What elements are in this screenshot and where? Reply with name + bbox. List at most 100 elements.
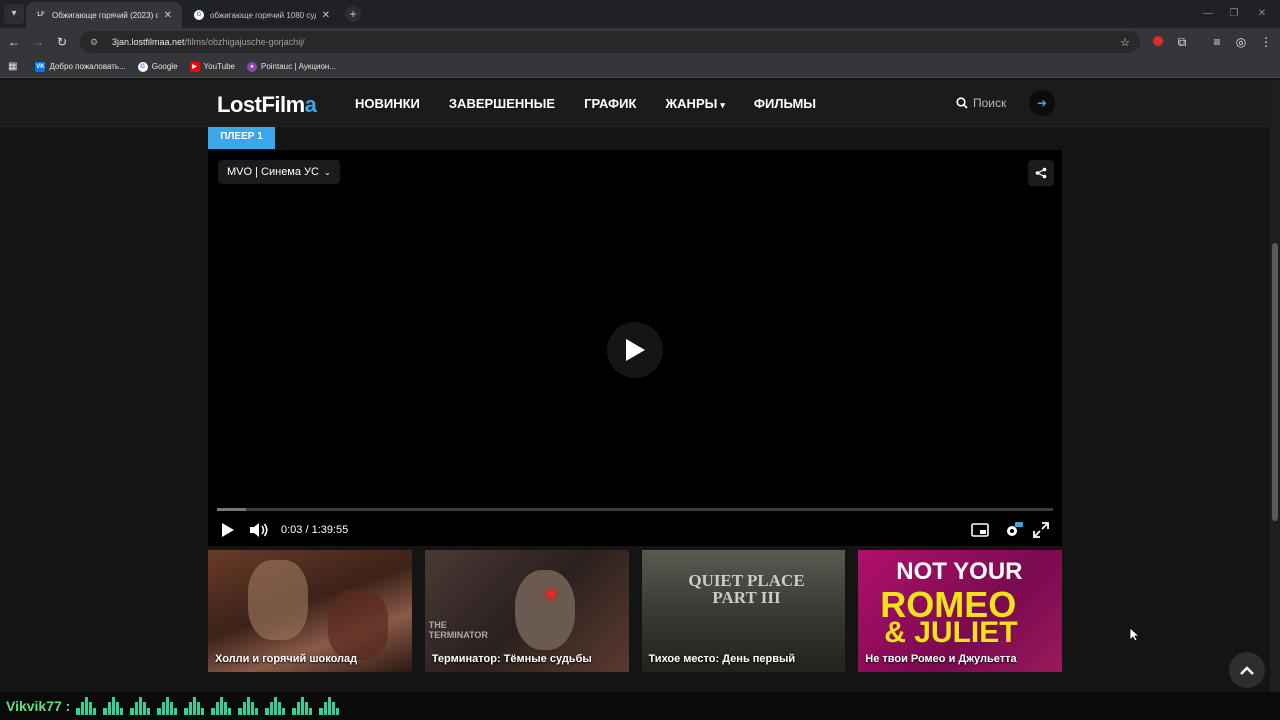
pip-button[interactable] bbox=[971, 520, 989, 540]
play-icon bbox=[626, 339, 645, 361]
progress-bar[interactable] bbox=[217, 508, 1053, 511]
picture-in-picture-icon bbox=[971, 523, 989, 537]
progress-fill bbox=[217, 508, 247, 511]
bookmark-label: Google bbox=[151, 62, 178, 71]
nav-films[interactable]: ФИЛЬМЫ bbox=[754, 96, 816, 111]
equalizer-icon bbox=[157, 697, 178, 715]
site-logo[interactable]: LostFilma bbox=[217, 92, 317, 118]
close-window-button[interactable]: ✕ bbox=[1244, 0, 1280, 28]
recommendation-title: Не твои Ромео и Джульетта bbox=[865, 653, 1017, 665]
search-button[interactable]: Поиск bbox=[956, 96, 1006, 110]
equalizer-icon bbox=[184, 697, 205, 715]
stream-overlay: Vikvik77 : bbox=[0, 692, 1280, 720]
poster-text: THE TERMINATOR bbox=[428, 620, 488, 640]
bookmark-label: Pointauc | Аукцион... bbox=[260, 62, 336, 71]
play-icon bbox=[222, 523, 234, 537]
reload-button[interactable]: ↻ bbox=[52, 32, 72, 52]
chevron-down-icon: ▾ bbox=[720, 100, 725, 110]
chevron-down-icon: ⌄ bbox=[323, 167, 331, 177]
bookmark-pointauc[interactable]: ● Pointauc | Аукцион... bbox=[246, 61, 336, 72]
mouse-cursor-icon bbox=[1130, 628, 1140, 642]
back-button[interactable]: ← bbox=[4, 32, 24, 52]
youtube-icon: ▶ bbox=[189, 61, 200, 72]
volume-icon bbox=[250, 523, 268, 537]
nav-genres-label: ЖАНРЫ bbox=[665, 96, 718, 111]
equalizer-icon bbox=[265, 697, 286, 715]
extensions-puzzle-icon[interactable]: ⧉ bbox=[1172, 32, 1192, 52]
nav-schedule[interactable]: ГРАФИК bbox=[584, 96, 636, 111]
poster-art bbox=[328, 590, 388, 660]
nav-completed[interactable]: ЗАВЕРШЕННЫЕ bbox=[449, 96, 555, 111]
login-button[interactable]: ➜ bbox=[1029, 90, 1055, 116]
close-tab-icon[interactable]: ✕ bbox=[164, 10, 172, 21]
nav-new[interactable]: НОВИНКИ bbox=[355, 96, 420, 111]
media-control-icon[interactable]: ≡ bbox=[1207, 32, 1227, 52]
site-info-icon[interactable]: ⚙ bbox=[90, 37, 102, 48]
equalizer-icon bbox=[211, 697, 232, 715]
audio-visualizer bbox=[76, 697, 340, 715]
bookmark-star-icon[interactable]: ☆ bbox=[1120, 36, 1130, 49]
bookmark-google[interactable]: G Google bbox=[137, 61, 178, 72]
poster-text: NOT YOUR bbox=[896, 558, 1023, 585]
bookmark-vk[interactable]: VK Добро пожаловать... bbox=[35, 61, 126, 72]
profile-icon[interactable]: ◎ bbox=[1231, 32, 1251, 52]
browser-tabstrip: ▾ LF Обжигающе горячий (2023) с ✕ G обжи… bbox=[0, 0, 1280, 28]
fullscreen-button[interactable] bbox=[1033, 520, 1049, 540]
forward-button[interactable]: → bbox=[28, 32, 48, 52]
url-domain: 3jan.lostfilmaa.net bbox=[112, 37, 185, 47]
logo-accent: a bbox=[304, 92, 317, 117]
browser-tab-inactive[interactable]: G обжигающе горячий 1080 суд ✕ bbox=[184, 2, 340, 28]
voice-select-value: MVO | Синема УС bbox=[227, 166, 319, 178]
poster-text: & JULIET bbox=[884, 616, 1018, 649]
recommendation-card[interactable]: NOT YOUR ROMEO & JULIET Не твои Ромео и … bbox=[858, 550, 1062, 672]
close-tab-icon[interactable]: ✕ bbox=[322, 10, 330, 21]
google-favicon-icon: G bbox=[194, 10, 204, 20]
share-icon bbox=[1035, 167, 1047, 179]
fullscreen-icon bbox=[1033, 522, 1049, 538]
scroll-to-top-button[interactable] bbox=[1229, 652, 1265, 688]
poster-text: QUIET PLACE PART III bbox=[688, 571, 805, 607]
bookmark-youtube[interactable]: ▶ YouTube bbox=[189, 61, 235, 72]
equalizer-icon bbox=[130, 697, 151, 715]
poster-art bbox=[248, 560, 308, 640]
video-player[interactable]: MVO | Синема УС ⌄ 0:03 / 1:39:55 bbox=[208, 150, 1062, 546]
recommendation-title: Холли и горячий шоколад bbox=[215, 653, 358, 665]
logo-text: LostFilm bbox=[217, 92, 305, 117]
streamer-name: Vikvik77 : bbox=[6, 698, 71, 714]
recommendation-card[interactable]: Холли и горячий шоколад bbox=[208, 550, 412, 672]
terminator-eye-icon bbox=[546, 590, 555, 598]
bookmark-label: YouTube bbox=[203, 62, 235, 71]
apps-grid-icon[interactable]: ▦ bbox=[8, 61, 17, 72]
equalizer-icon bbox=[103, 697, 124, 715]
new-tab-button[interactable]: + bbox=[345, 6, 361, 22]
scrollbar-thumb[interactable] bbox=[1272, 243, 1278, 521]
tab-search-button[interactable]: ▾ bbox=[4, 4, 24, 24]
recommendation-title: Терминатор: Тёмные судьбы bbox=[431, 653, 592, 665]
url-path: /films/obzhigajusche-gorjachij/ bbox=[184, 37, 305, 47]
extension-icon[interactable] bbox=[1148, 32, 1168, 52]
bookmarks-bar: ▦ VK Добро пожаловать... G Google ▶ YouT… bbox=[0, 56, 1280, 78]
equalizer-icon bbox=[76, 697, 97, 715]
player-tab[interactable]: ПЛЕЕР 1 bbox=[208, 127, 275, 149]
nav-genres[interactable]: ЖАНРЫ ▾ bbox=[665, 96, 724, 111]
menu-kebab-icon[interactable]: ⋮ bbox=[1256, 32, 1276, 52]
pointauc-icon: ● bbox=[246, 61, 257, 72]
big-play-button[interactable] bbox=[607, 322, 663, 378]
recommendation-card[interactable]: QUIET PLACE PART III Тихое место: День п… bbox=[641, 550, 846, 672]
recommendation-card[interactable]: THE TERMINATOR Терминатор: Тёмные судьбы bbox=[424, 550, 629, 672]
browser-tab-active[interactable]: LF Обжигающе горячий (2023) с ✕ bbox=[26, 2, 182, 28]
page-scrollbar[interactable] bbox=[1270, 80, 1280, 692]
voice-select[interactable]: MVO | Синема УС ⌄ bbox=[218, 160, 340, 184]
tab-title: Обжигающе горячий (2023) с bbox=[52, 10, 158, 20]
equalizer-icon bbox=[238, 697, 259, 715]
play-button[interactable] bbox=[221, 520, 235, 540]
settings-button[interactable] bbox=[1004, 520, 1024, 540]
address-bar[interactable]: ⚙ 3jan.lostfilmaa.net /films/obzhigajusc… bbox=[80, 31, 1140, 53]
chevron-up-icon bbox=[1240, 666, 1254, 675]
login-icon: ➜ bbox=[1036, 96, 1048, 110]
share-button[interactable] bbox=[1028, 160, 1054, 186]
volume-button[interactable] bbox=[249, 520, 269, 540]
search-icon bbox=[956, 97, 968, 109]
lostfilm-favicon-icon: LF bbox=[37, 12, 45, 18]
gear-icon bbox=[1007, 522, 1023, 536]
